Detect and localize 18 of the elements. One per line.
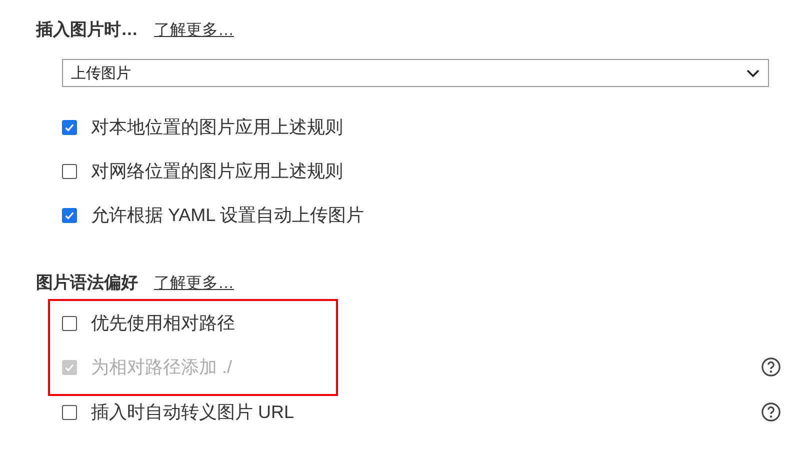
checkbox[interactable] [62,208,77,222]
option-label: 对本地位置的图片应用上述规则 [91,116,343,139]
section-title: 插入图片时… [36,19,138,41]
option-label: 优先使用相对路径 [91,312,235,335]
chevron-icon [746,68,760,78]
checkbox[interactable] [62,404,77,420]
option-label: 对网络位置的图片应用上述规则 [91,160,343,183]
checkbox[interactable] [62,164,77,178]
option-label: 允许根据 YAML 设置自动上传图片 [91,204,364,227]
dropdown[interactable]: 上传图片 [62,59,769,87]
checkbox[interactable] [62,120,77,134]
help-icon[interactable] [761,402,781,422]
checkbox[interactable] [62,316,77,330]
option-label: 插入时自动转义图片 URL [91,401,294,424]
section-title: 图片语法偏好 [36,272,138,294]
learn-more-link[interactable]: 了解更多… [154,20,234,41]
learn-more-link[interactable]: 了解更多… [154,273,234,294]
option-label: 为相对路径添加 ./ [91,356,232,379]
